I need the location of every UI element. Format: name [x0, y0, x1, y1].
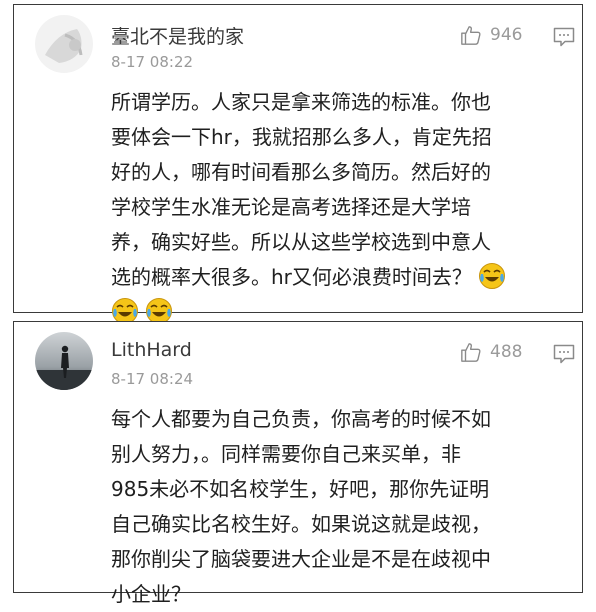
like-button[interactable]: 488	[460, 340, 522, 364]
timestamp: 8-17 08:24	[111, 370, 194, 388]
comment-text: 每个人都要为自己负责，你高考的时候不如 别人努力，。同样需要你自己来买单，非 9…	[111, 402, 571, 612]
comment-card: LithHard 8-17 08:24 488 每个人都要为自己负责，你高考的时…	[13, 321, 583, 606]
comment-line: 985未必不如名校学生，好吧，那你先证明	[111, 477, 490, 501]
comment-line-text: 选的概率大很多。hr又何必浪费时间去？	[111, 265, 472, 289]
avatar[interactable]	[35, 332, 93, 390]
avatar-icon	[35, 332, 93, 390]
username[interactable]: 臺北不是我的家	[111, 22, 244, 49]
comment-line: 每个人都要为自己负责，你高考的时候不如	[111, 407, 491, 431]
laughing-crying-emoji-icon	[479, 263, 506, 289]
like-count: 488	[490, 342, 523, 362]
comment-line: 学校学生水准无论是高考选择还是大学培	[111, 195, 471, 219]
comment-line: 养，确实好些。所以从这些学校选到中意人	[111, 230, 491, 254]
comment-line: 所谓学历。人家只是拿来筛选的标准。你也	[111, 90, 491, 114]
comment-line: 要体会一下hr，我就招那么多人，肯定先招	[111, 125, 492, 149]
like-button[interactable]: 946	[460, 23, 522, 47]
comment-icon[interactable]	[553, 27, 575, 47]
comment-line: 好的人，哪有时间看那么多简历。然后好的	[111, 160, 491, 184]
comment-line: 别人努力，。同样需要你自己来买单，非	[111, 442, 461, 466]
username[interactable]: LithHard	[111, 339, 192, 361]
avatar-icon	[35, 15, 93, 73]
comment-card: 臺北不是我的家 8-17 08:22 946 所谓学历。人家只是拿来筛选的标准。…	[13, 4, 583, 324]
comment-text: 所谓学历。人家只是拿来筛选的标准。你也 要体会一下hr，我就招那么多人，肯定先招…	[111, 85, 571, 330]
comment-line: 小企业？	[111, 582, 191, 606]
thumbs-up-icon	[461, 26, 481, 45]
comment-line: 那你削尖了脑袋要进大企业是不是在歧视中	[111, 547, 491, 571]
avatar[interactable]	[35, 15, 93, 73]
comment-line: 选的概率大很多。hr又何必浪费时间去？	[111, 260, 571, 295]
comment-line: 自己确实比名校生好。如果说这就是歧视，	[111, 512, 491, 536]
timestamp: 8-17 08:22	[111, 53, 194, 71]
like-count: 946	[490, 25, 523, 45]
comment-icon[interactable]	[553, 344, 575, 364]
thumbs-up-icon	[461, 343, 481, 362]
